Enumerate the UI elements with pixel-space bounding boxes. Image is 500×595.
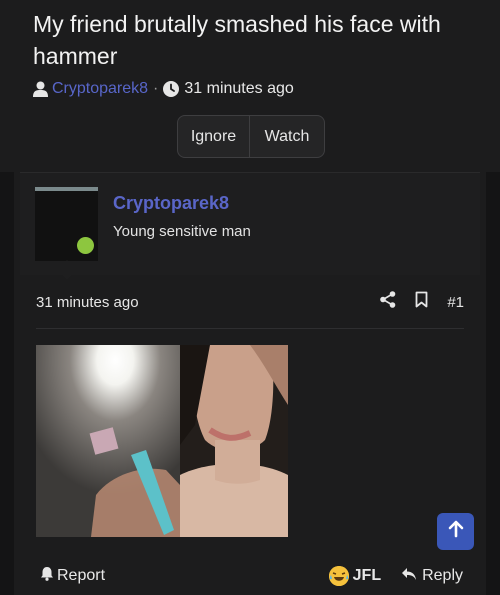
post-actions: #1 <box>380 291 464 313</box>
watch-button[interactable]: Watch <box>250 116 324 157</box>
bookmark-icon[interactable] <box>415 291 428 313</box>
post-number-link[interactable]: #1 <box>447 294 464 311</box>
footer-actions: JFL Reply <box>328 566 463 586</box>
thread-author-link[interactable]: Cryptoparek8 <box>52 80 148 98</box>
thread-time: 31 minutes ago <box>184 80 294 97</box>
post-footer: Report JFL Reply <box>40 565 463 587</box>
thread-action-group: Ignore Watch <box>177 115 325 158</box>
thread-meta: Cryptoparek8 · 31 minutes ago <box>33 78 294 100</box>
reply-icon <box>401 567 417 586</box>
user-title: Young sensitive man <box>113 223 251 240</box>
user-name-link[interactable]: Cryptoparek8 <box>113 193 229 214</box>
user-card: Cryptoparek8 Young sensitive man <box>20 172 480 275</box>
reaction-button[interactable]: JFL <box>328 566 382 586</box>
thread-title: My friend brutally smashed his face with… <box>33 11 441 69</box>
arrow-up-icon <box>448 520 464 543</box>
reaction-label: JFL <box>352 567 382 584</box>
meta-separator: · <box>153 80 159 97</box>
post-divider <box>36 328 464 329</box>
reply-button[interactable]: Reply <box>401 567 463 586</box>
attachment-image-1[interactable] <box>36 345 180 537</box>
report-label: Report <box>57 567 106 584</box>
ignore-button[interactable]: Ignore <box>178 116 250 157</box>
share-icon[interactable] <box>380 291 396 313</box>
reply-label: Reply <box>422 567 463 584</box>
left-gutter <box>0 172 14 595</box>
report-button[interactable]: Report <box>40 566 105 586</box>
right-gutter <box>486 172 500 595</box>
post-header: 31 minutes ago #1 <box>36 290 464 314</box>
clock-icon <box>163 81 180 97</box>
post-time-link[interactable]: 31 minutes ago <box>36 294 139 311</box>
attachment-image-2[interactable] <box>180 345 288 537</box>
laughing-crying-emoji-icon <box>328 566 349 586</box>
bell-icon <box>40 566 54 586</box>
scroll-to-top-button[interactable] <box>437 513 474 550</box>
user-icon <box>33 81 48 97</box>
online-status-indicator <box>77 237 94 254</box>
